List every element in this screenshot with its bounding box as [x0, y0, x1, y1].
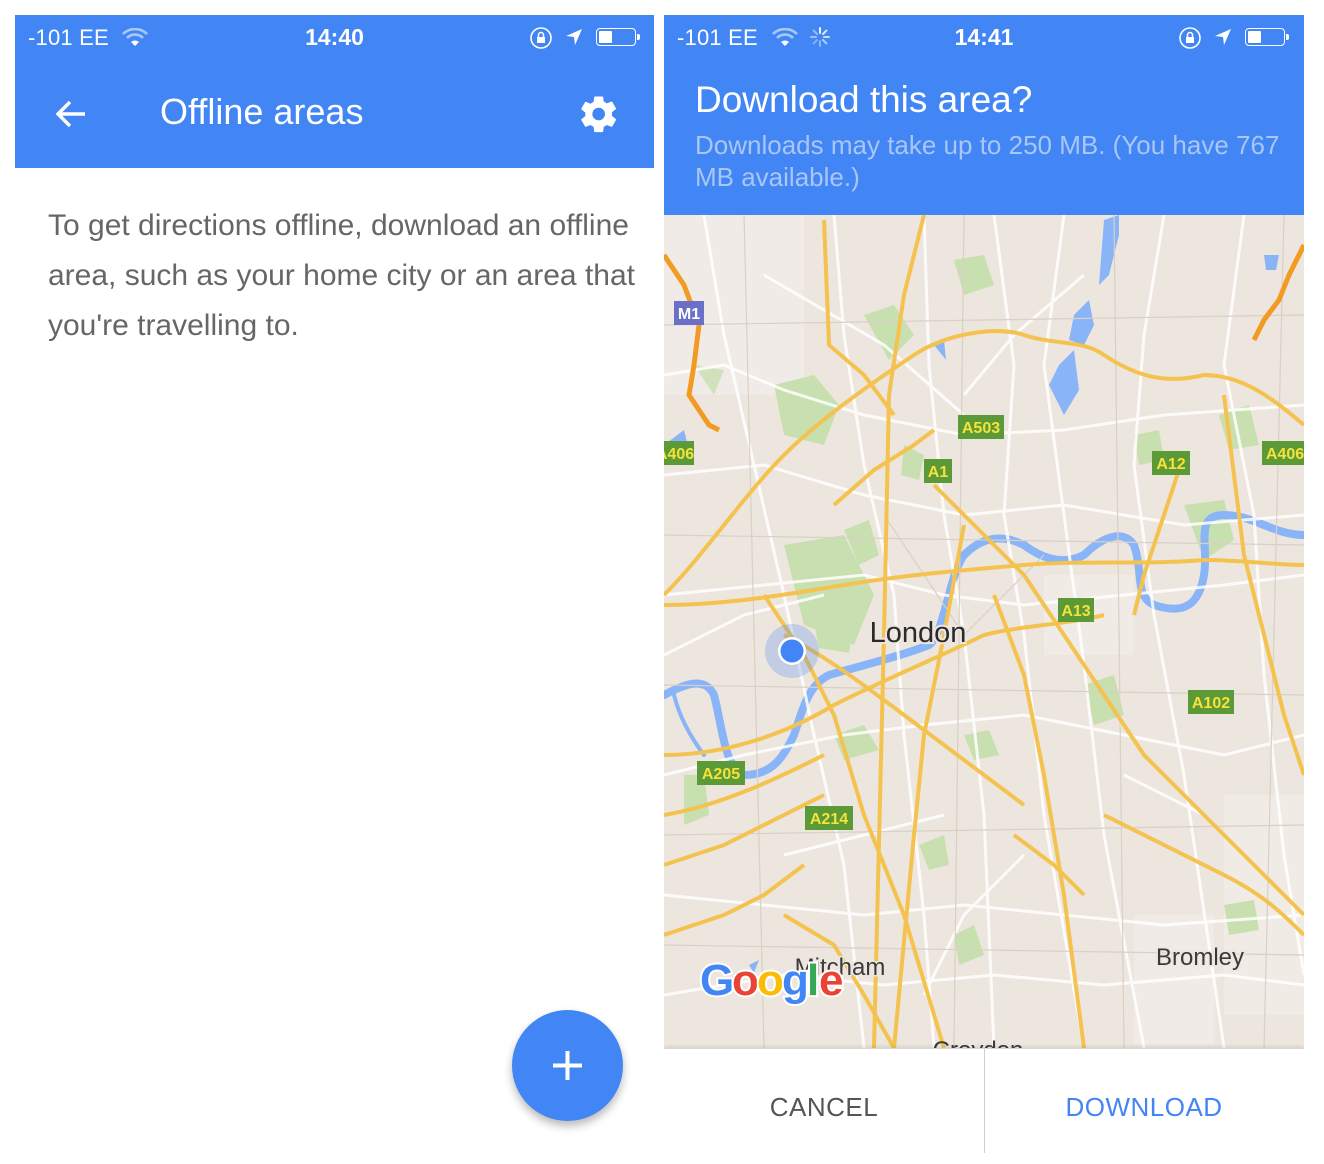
location-dot-icon: [780, 639, 804, 663]
svg-text:o: o: [732, 956, 759, 1005]
road-shield-a406-west: A406: [664, 441, 694, 465]
road-shield-a102: A102: [1188, 690, 1234, 714]
map-view[interactable]: M1 A406 A503 A1 A12 A406: [664, 215, 1304, 1048]
location-arrow-icon: [564, 27, 584, 53]
google-logo: G o o g l e: [698, 954, 845, 1007]
road-shield-a503: A503: [958, 415, 1004, 439]
status-bar: -101 EE 14:40: [15, 15, 654, 61]
add-offline-area-button[interactable]: [512, 1010, 623, 1121]
cancel-button[interactable]: CANCEL: [664, 1049, 984, 1164]
city-label-london: London: [870, 617, 967, 649]
plus-icon: [553, 1051, 582, 1080]
gear-icon: [581, 96, 617, 133]
svg-text:A13: A13: [1061, 603, 1090, 620]
status-bar: -101 EE 14:41: [664, 15, 1304, 61]
dialog-title: Download this area?: [695, 79, 1033, 120]
current-location-marker[interactable]: [765, 624, 819, 678]
rotation-lock-icon: [529, 26, 553, 56]
svg-text:g: g: [782, 956, 809, 1005]
app-header: -101 EE 14:40 Offline areas: [15, 15, 654, 168]
battery-icon: [596, 28, 640, 46]
dialog-subtitle: Downloads may take up to 250 MB. (You ha…: [695, 130, 1280, 192]
offline-areas-screen: -101 EE 14:40 Offline areas To get direc…: [15, 15, 654, 1164]
svg-text:o: o: [757, 956, 784, 1005]
road-shield-a13: A13: [1058, 598, 1094, 622]
road-shield-a1: A1: [924, 459, 952, 483]
download-button[interactable]: DOWNLOAD: [984, 1049, 1304, 1164]
svg-text:A406: A406: [1266, 446, 1304, 463]
page-title: Offline areas: [160, 91, 364, 132]
svg-text:A406: A406: [664, 446, 694, 463]
svg-text:M1: M1: [678, 306, 700, 323]
svg-text:A503: A503: [962, 420, 1000, 437]
road-shield-a205: A205: [697, 761, 745, 785]
svg-text:l: l: [807, 956, 819, 1005]
clock: 14:41: [954, 24, 1014, 50]
svg-text:A12: A12: [1156, 456, 1185, 473]
place-label-bromley: Bromley: [1156, 944, 1244, 971]
road-shield-a214: A214: [805, 806, 853, 830]
dialog-header: -101 EE 14:41 Download this area? Downlo…: [664, 15, 1304, 215]
road-shield-a406-east: A406: [1262, 441, 1304, 465]
svg-text:e: e: [819, 956, 843, 1005]
rotation-lock-icon: [1178, 26, 1202, 56]
svg-text:A1: A1: [928, 464, 949, 481]
back-button[interactable]: [51, 94, 91, 134]
svg-text:A205: A205: [702, 766, 740, 783]
offline-description: To get directions offline, download an o…: [48, 209, 635, 342]
dialog-actions: CANCEL DOWNLOAD: [664, 1048, 1304, 1164]
location-arrow-icon: [1213, 27, 1233, 53]
app-bar: Offline areas: [15, 61, 654, 168]
svg-text:A102: A102: [1192, 695, 1230, 712]
clock: 14:40: [305, 24, 364, 50]
settings-button[interactable]: [578, 93, 620, 135]
battery-icon: [1245, 28, 1289, 46]
svg-text:A214: A214: [810, 811, 848, 828]
road-shield-a12: A12: [1152, 451, 1190, 475]
download-area-screen: -101 EE 14:41 Download this area? Downlo…: [664, 15, 1304, 1164]
place-label-croydon: Croydon: [933, 1037, 1024, 1048]
arrow-left-icon: [55, 100, 85, 128]
map-canvas[interactable]: M1 A406 A503 A1 A12 A406: [664, 215, 1304, 1048]
road-shield-m1: M1: [674, 301, 704, 325]
svg-text:G: G: [700, 956, 734, 1005]
